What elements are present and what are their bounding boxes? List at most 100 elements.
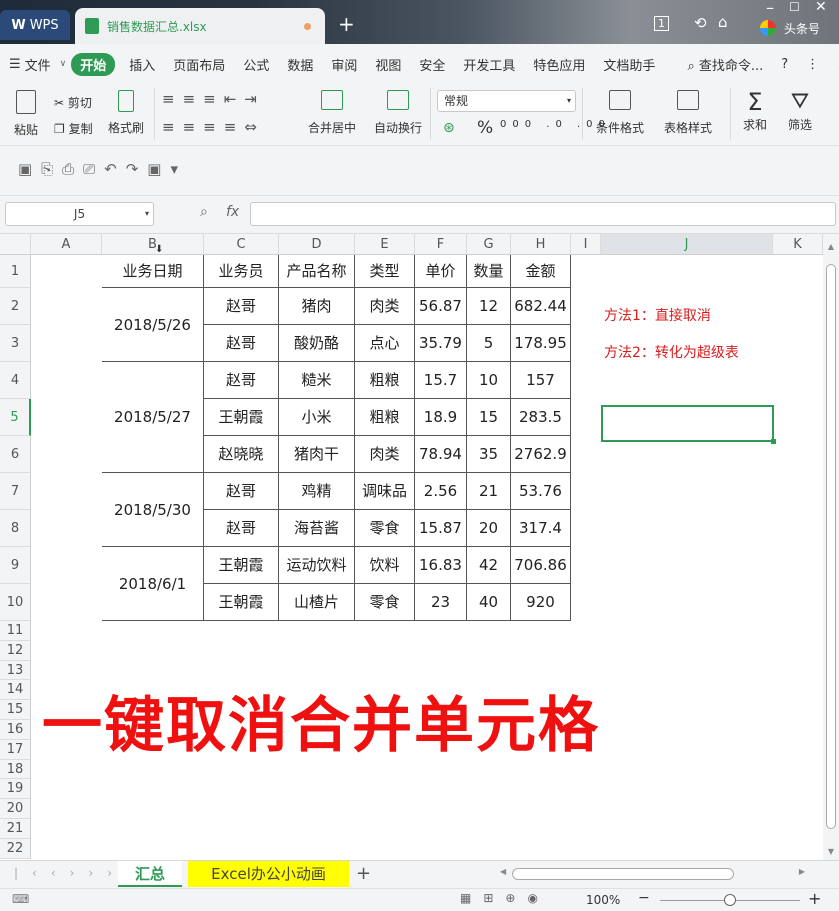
table-header-cell[interactable]: 业务员	[204, 255, 279, 288]
number-format-select[interactable]: 常规 ▾	[437, 90, 576, 112]
column-header-i[interactable]: I	[571, 234, 601, 255]
table-cell[interactable]: 18.9	[415, 399, 467, 436]
table-cell[interactable]: 王朝霞	[204, 584, 279, 621]
table-cell[interactable]: 肉类	[355, 436, 415, 473]
table-cell[interactable]: 零食	[355, 510, 415, 547]
note-method-2[interactable]: 方法2：转化为超级表	[604, 342, 739, 362]
table-cell[interactable]: 10	[467, 362, 511, 399]
row-header-8[interactable]: 8	[0, 510, 31, 547]
column-header-b[interactable]: B	[102, 234, 204, 255]
scroll-right-arrow[interactable]: ▶	[799, 867, 805, 876]
macro-icon[interactable]: ⌨	[12, 892, 29, 906]
table-cell[interactable]: 178.95	[511, 325, 571, 362]
active-cell-j5[interactable]	[601, 405, 774, 442]
table-cell[interactable]: 920	[511, 584, 571, 621]
table-cell[interactable]: 猪肉干	[279, 436, 355, 473]
table-cell[interactable]: 猪肉	[279, 288, 355, 325]
merged-date-cell[interactable]: 2018/5/26	[102, 288, 204, 362]
row-header-16[interactable]: 16	[0, 720, 31, 740]
menu-assistant[interactable]: 文档助手	[594, 55, 664, 74]
spreadsheet-grid[interactable]: ABCDEFGHIJK 1 2 3 4 5 6 7 8 9 10 11 12 13 14 15 16 17 18 1…	[0, 234, 823, 860]
table-cell[interactable]: 20	[467, 510, 511, 547]
chevron-down-icon[interactable]: ∨	[60, 59, 67, 69]
table-cell[interactable]: 283.5	[511, 399, 571, 436]
column-header-c[interactable]: C	[204, 234, 279, 255]
zoom-slider-thumb[interactable]	[724, 894, 736, 906]
row-header-9[interactable]: 9	[0, 547, 31, 584]
copy-button[interactable]: ❐ 复制	[54, 120, 93, 137]
menu-data[interactable]: 数据	[278, 55, 322, 74]
table-cell[interactable]: 山楂片	[279, 584, 355, 621]
formula-input[interactable]	[250, 202, 836, 226]
menu-home[interactable]: 开始	[71, 52, 116, 76]
menu-page-layout[interactable]: 页面布局	[164, 55, 234, 74]
row-header-10[interactable]: 10	[0, 584, 31, 621]
horizontal-scrollbar[interactable]: ◀ ▶	[500, 865, 805, 883]
menu-developer[interactable]: 开发工具	[454, 55, 524, 74]
row-header-18[interactable]: 18	[0, 759, 31, 780]
more-icon[interactable]: ⋮	[797, 57, 828, 72]
table-cell[interactable]: 糙米	[279, 362, 355, 399]
table-header-cell[interactable]: 业务日期	[102, 255, 204, 288]
table-cell[interactable]: 赵晓晓	[204, 436, 279, 473]
table-cell[interactable]: 2762.9	[511, 436, 571, 473]
sheet-tab-summary[interactable]: 汇总	[118, 861, 182, 887]
row-header-12[interactable]: 12	[0, 640, 31, 661]
table-cell[interactable]: 53.76	[511, 473, 571, 510]
command-search[interactable]: ⌕ 查找命令...	[678, 55, 772, 74]
column-header-f[interactable]: F	[415, 234, 467, 255]
table-cell[interactable]: 酸奶酪	[279, 325, 355, 362]
table-cell[interactable]: 肉类	[355, 288, 415, 325]
row-header-5[interactable]: 5	[0, 399, 31, 436]
view-mode-icons[interactable]: ▦⊞⊕◉	[460, 891, 550, 905]
merged-date-cell[interactable]: 2018/5/27	[102, 362, 204, 473]
menu-formula[interactable]: 公式	[234, 55, 278, 74]
column-header-a[interactable]: A	[31, 234, 102, 255]
table-cell[interactable]: 157	[511, 362, 571, 399]
table-cell[interactable]: 682.44	[511, 288, 571, 325]
note-method-1[interactable]: 方法1：直接取消	[604, 305, 711, 325]
sheet-tab-animation[interactable]: Excel办公小动画	[188, 861, 349, 887]
zoom-slider[interactable]	[660, 894, 800, 906]
table-cell[interactable]: 15.7	[415, 362, 467, 399]
align-buttons-row2[interactable]: ≡≡≡≡⇔	[162, 118, 265, 136]
column-header-g[interactable]: G	[467, 234, 511, 255]
scroll-left-arrow[interactable]: ◀	[500, 867, 506, 876]
menu-review[interactable]: 审阅	[322, 55, 366, 74]
table-cell[interactable]: 15	[467, 399, 511, 436]
hamburger-menu-icon[interactable]: ☰	[0, 57, 23, 72]
table-header-cell[interactable]: 类型	[355, 255, 415, 288]
horizontal-scroll-thumb[interactable]	[512, 868, 734, 880]
sum-button[interactable]: Σ 求和	[738, 88, 772, 133]
wrap-text-button[interactable]: 自动换行	[372, 90, 424, 136]
menu-insert[interactable]: 插入	[120, 55, 164, 74]
table-cell[interactable]: 赵哥	[204, 362, 279, 399]
row-header-6[interactable]: 6	[0, 436, 31, 473]
table-header-cell[interactable]: 数量	[467, 255, 511, 288]
table-cell[interactable]: 23	[415, 584, 467, 621]
table-cell[interactable]: 小米	[279, 399, 355, 436]
currency-button[interactable]: ⊛	[443, 120, 455, 136]
zoom-level[interactable]: 100%	[586, 893, 620, 907]
table-cell[interactable]: 赵哥	[204, 510, 279, 547]
table-cell[interactable]: 706.86	[511, 547, 571, 584]
wps-home-tab[interactable]: W WPS	[0, 10, 70, 40]
new-tab-button[interactable]: +	[338, 12, 355, 36]
row-header-21[interactable]: 21	[0, 819, 31, 839]
table-cell[interactable]: 317.4	[511, 510, 571, 547]
row-header-15[interactable]: 15	[0, 700, 31, 720]
table-cell[interactable]: 王朝霞	[204, 399, 279, 436]
table-cell[interactable]: 78.94	[415, 436, 467, 473]
row-header-1[interactable]: 1	[0, 255, 31, 288]
quick-access-icons[interactable]: ▣⎘⎙⎚↶↷▣▾	[18, 160, 187, 178]
menu-features[interactable]: 特色应用	[524, 55, 594, 74]
table-cell[interactable]: 王朝霞	[204, 547, 279, 584]
row-header-3[interactable]: 3	[0, 325, 31, 362]
row-header-4[interactable]: 4	[0, 362, 31, 399]
row-header-19[interactable]: 19	[0, 779, 31, 800]
merged-date-cell[interactable]: 2018/6/1	[102, 547, 204, 621]
skin-icon[interactable]: ⌂	[718, 13, 728, 31]
fill-handle[interactable]	[771, 439, 776, 444]
format-painter-button[interactable]: 格式刷	[108, 90, 144, 136]
column-header-k[interactable]: K	[773, 234, 823, 255]
